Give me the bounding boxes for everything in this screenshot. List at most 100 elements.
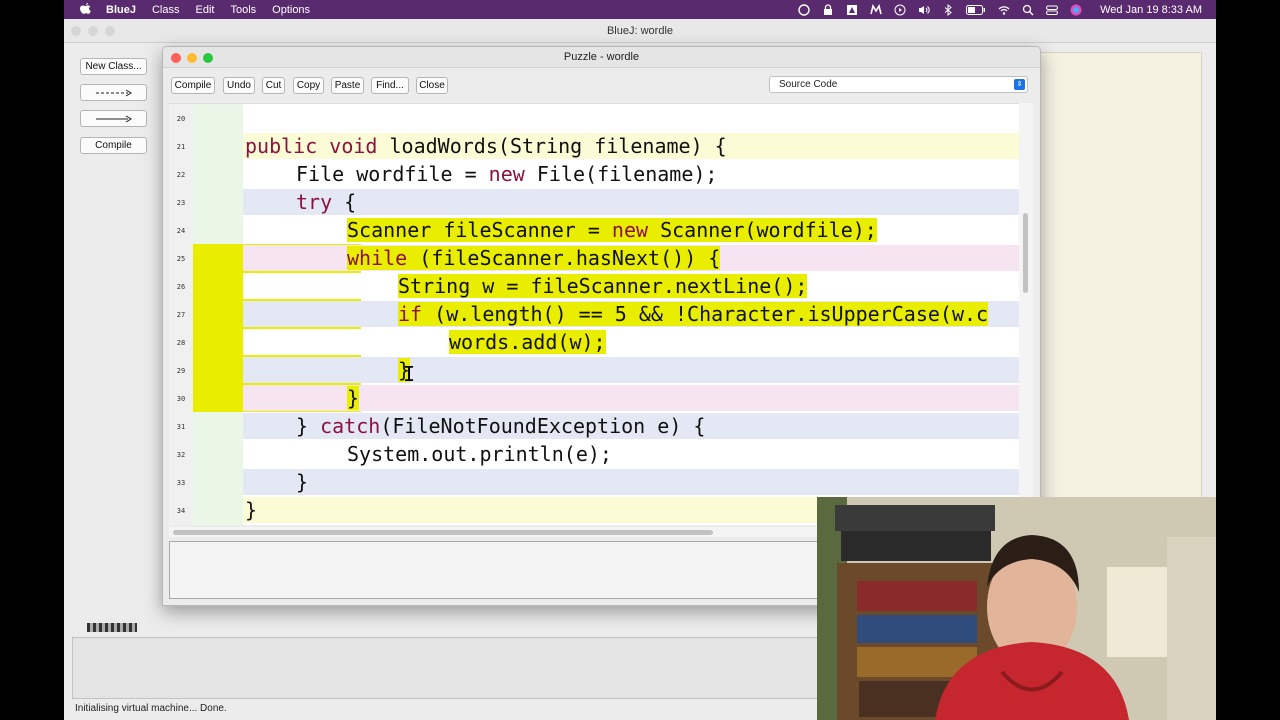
- line-number: 22: [176, 171, 186, 179]
- editor-toolbar: Compile Undo Cut Copy Paste Find... Clos…: [163, 69, 1040, 103]
- siri-icon[interactable]: [1070, 4, 1082, 16]
- editor-close-button[interactable]: [171, 53, 181, 63]
- close-button[interactable]: Close: [416, 77, 448, 94]
- presenter-video-image: [817, 497, 1216, 720]
- code-keyword: while: [347, 246, 408, 270]
- line-number: 21: [176, 143, 186, 151]
- cut-button[interactable]: Cut: [262, 77, 285, 94]
- code-keyword: new: [488, 162, 525, 186]
- view-mode-value: Source Code: [779, 79, 838, 90]
- select-chevron-icon: ⇕: [1014, 79, 1025, 90]
- code-line: 32 System.out.println(e);: [169, 440, 1019, 468]
- code-line: 31 } catch(FileNotFoundException e) {: [169, 412, 1019, 440]
- code-line: 28 words.add(w);: [169, 328, 1019, 356]
- malwarebytes-icon[interactable]: [870, 3, 882, 16]
- code-line: 21 public void loadWords(String filename…: [169, 132, 1019, 160]
- code-text: }: [245, 498, 258, 522]
- editor-minimize-button[interactable]: [187, 53, 197, 63]
- zoom-window-button[interactable]: [105, 26, 115, 36]
- undo-button[interactable]: Undo: [223, 77, 255, 94]
- line-number: 28: [176, 339, 186, 347]
- paste-button[interactable]: Paste: [331, 77, 364, 94]
- bluetooth-icon[interactable]: [942, 3, 954, 16]
- line-number: 31: [176, 423, 186, 431]
- search-icon[interactable]: [1022, 4, 1034, 16]
- uses-arrow-button[interactable]: [80, 84, 147, 101]
- vertical-scrollbar[interactable]: [1019, 103, 1033, 525]
- menu-edit[interactable]: Edit: [195, 4, 214, 16]
- menu-app-bluej[interactable]: BlueJ: [106, 4, 136, 16]
- line-number: 24: [176, 227, 186, 235]
- scroll-thumb[interactable]: [173, 530, 713, 535]
- code-line: 26 String w = fileScanner.nextLine();: [169, 272, 1019, 300]
- code-text: if (w.length() == 5 && !Character.isUppe…: [398, 302, 989, 326]
- line-number: 25: [176, 255, 186, 263]
- code-text: File wordfile = new File(filename);: [296, 162, 718, 186]
- webcam-overlay: [817, 497, 1216, 720]
- new-class-button[interactable]: New Class...: [80, 58, 147, 75]
- code-keyword: try: [296, 190, 333, 214]
- dashed-arrow-icon: [95, 89, 132, 96]
- lock-icon[interactable]: [822, 3, 834, 16]
- code-text: String w = fileScanner.nextLine();: [398, 274, 808, 298]
- line-number: 30: [176, 395, 186, 403]
- battery-icon[interactable]: [966, 4, 986, 16]
- editor-zoom-button[interactable]: [203, 53, 213, 63]
- code-line: 29 }: [169, 356, 1019, 384]
- minimize-window-button[interactable]: [88, 26, 98, 36]
- find-button[interactable]: Find...: [371, 77, 409, 94]
- code-line: 33 }: [169, 468, 1019, 496]
- menu-bar: BlueJ Class Edit Tools Options Wed Jan 1…: [64, 0, 1216, 19]
- drive-icon[interactable]: [846, 4, 858, 16]
- menu-class[interactable]: Class: [152, 4, 180, 16]
- inheritance-arrow-button[interactable]: [80, 110, 147, 127]
- machine-activity-indicator: [87, 623, 137, 632]
- code-keyword: catch: [320, 414, 381, 438]
- line-number: 32: [176, 451, 186, 459]
- bluej-window-title: BlueJ: wordle: [606, 25, 674, 37]
- code-text: try {: [296, 190, 357, 214]
- code-line: 20: [169, 104, 1019, 132]
- code-line: 30 }: [169, 384, 1019, 412]
- status-message: Initialising virtual machine... Done.: [75, 703, 227, 714]
- solid-arrow-icon: [95, 115, 132, 122]
- line-number: 20: [176, 115, 186, 123]
- line-number: 34: [176, 507, 186, 515]
- code-editor[interactable]: 20 21 public void loadWords(String filen…: [169, 103, 1019, 525]
- menu-options[interactable]: Options: [272, 4, 310, 16]
- editor-window-title: Puzzle - wordle: [563, 51, 640, 63]
- copy-button[interactable]: Copy: [293, 77, 324, 94]
- editor-compile-button[interactable]: Compile: [171, 77, 215, 94]
- line-number: 27: [176, 311, 186, 319]
- code-text: System.out.println(e);: [347, 442, 612, 466]
- control-center-icon[interactable]: [1046, 4, 1059, 16]
- code-keyword: if: [398, 302, 423, 326]
- code-text: } catch(FileNotFoundException e) {: [296, 414, 706, 438]
- wifi-icon[interactable]: [998, 4, 1010, 16]
- line-number: 33: [176, 479, 186, 487]
- play-icon[interactable]: [894, 4, 906, 16]
- code-text: public void loadWords(String filename) {: [245, 134, 727, 158]
- close-window-button[interactable]: [71, 26, 81, 36]
- code-line: 23 try {: [169, 188, 1019, 216]
- bluej-sidebar: New Class... Compile: [64, 44, 162, 644]
- code-keyword: void: [329, 134, 378, 158]
- code-text: while (fileScanner.hasNext()) {: [347, 246, 721, 270]
- code-text: words.add(w);: [449, 330, 606, 354]
- volume-icon[interactable]: [918, 4, 930, 16]
- code-text: }: [296, 470, 309, 494]
- menu-tools[interactable]: Tools: [230, 4, 256, 16]
- editor-titlebar: Puzzle - wordle: [163, 47, 1040, 68]
- compile-button[interactable]: Compile: [80, 137, 147, 154]
- view-mode-select[interactable]: Source Code ⇕: [769, 76, 1028, 93]
- class-diagram-pane[interactable]: [1039, 52, 1202, 507]
- creative-cloud-icon[interactable]: [798, 3, 810, 16]
- code-line: 22 File wordfile = new File(filename);: [169, 160, 1019, 188]
- apple-icon[interactable]: [78, 3, 92, 17]
- menubar-clock[interactable]: Wed Jan 19 8:33 AM: [1100, 4, 1202, 16]
- status-area: Wed Jan 19 8:33 AM: [798, 3, 1202, 16]
- scroll-thumb[interactable]: [1023, 213, 1028, 293]
- code-keyword: public: [245, 134, 318, 158]
- line-number: 29: [176, 367, 186, 375]
- line-number: 23: [176, 199, 186, 207]
